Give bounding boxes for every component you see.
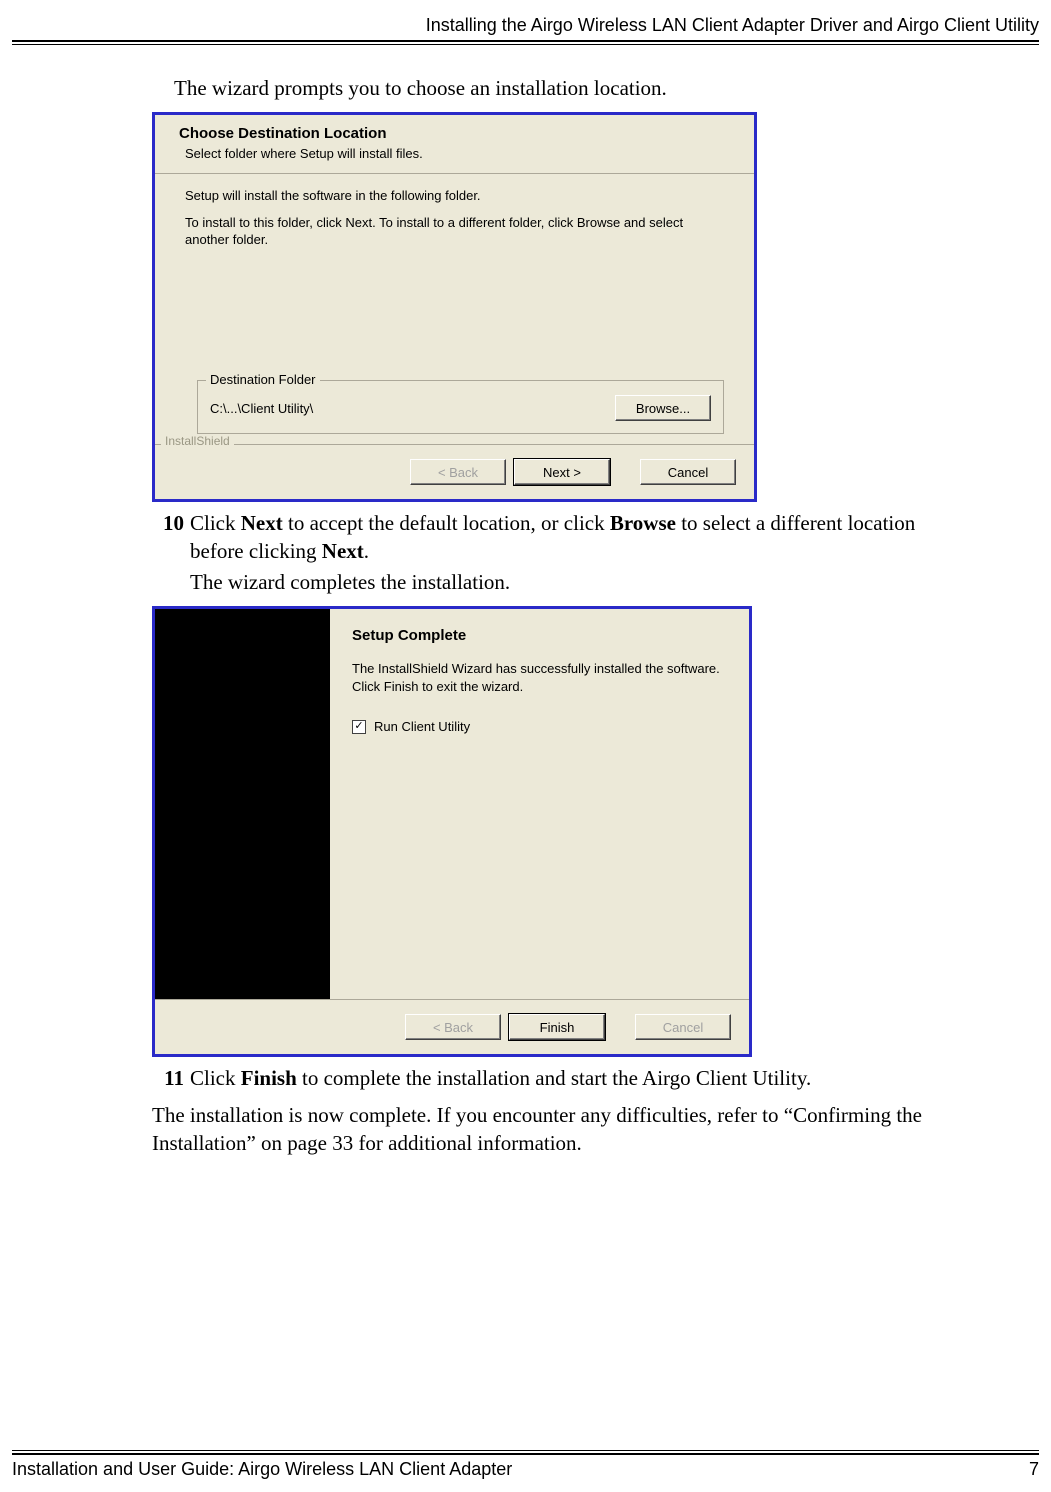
finish-button[interactable]: Finish [509, 1014, 605, 1040]
destination-folder-label: Destination Folder [206, 372, 320, 387]
destination-folder-path: C:\...\Client Utility\ [210, 401, 313, 416]
dialog-subtitle: Select folder where Setup will install f… [185, 146, 738, 161]
step-11-text: Click Finish to complete the installatio… [190, 1065, 952, 1092]
screenshot-setup-complete: Setup Complete The InstallShield Wizard … [152, 606, 752, 1057]
closing-paragraph: The installation is now complete. If you… [152, 1102, 952, 1157]
cancel-button-2[interactable]: Cancel [635, 1014, 731, 1040]
cancel-button[interactable]: Cancel [640, 459, 736, 485]
step-11: 11 Click Finish to complete the installa… [152, 1065, 952, 1092]
run-client-utility-checkbox[interactable] [352, 720, 366, 734]
wizard-button-row: < Back Next > Cancel [155, 444, 754, 499]
footer-rule-thick [12, 1453, 1039, 1455]
run-client-utility-label: Run Client Utility [374, 719, 470, 734]
footer-page-number: 7 [1029, 1459, 1039, 1480]
wizard-side-graphic [155, 609, 330, 999]
running-header: Installing the Airgo Wireless LAN Client… [12, 15, 1039, 36]
footer-doc-title: Installation and User Guide: Airgo Wirel… [12, 1459, 512, 1480]
next-button[interactable]: Next > [514, 459, 610, 485]
destination-folder-group: Destination Folder C:\...\Client Utility… [197, 380, 724, 434]
back-button[interactable]: < Back [410, 459, 506, 485]
wizard-button-row-2: < Back Finish Cancel [155, 999, 749, 1054]
screenshot-choose-destination: Choose Destination Location Select folde… [152, 112, 757, 502]
lead-paragraph-1: The wizard prompts you to choose an inst… [174, 75, 952, 102]
step-10-followup: The wizard completes the installation. [190, 569, 952, 596]
step-number: 11 [152, 1065, 184, 1092]
dialog-text-line-1: Setup will install the software in the f… [185, 188, 724, 205]
step-number: 10 [152, 510, 184, 565]
back-button-2[interactable]: < Back [405, 1014, 501, 1040]
step-10-text: Click Next to accept the default locatio… [190, 510, 952, 565]
browse-button[interactable]: Browse... [615, 395, 711, 421]
dialog-title: Choose Destination Location [179, 125, 738, 142]
setup-complete-body: The InstallShield Wizard has successfull… [352, 660, 731, 695]
dialog-text-line-2: To install to this folder, click Next. T… [185, 215, 724, 249]
installshield-brand: InstallShield [161, 434, 234, 448]
setup-complete-title: Setup Complete [352, 627, 731, 644]
step-10: 10 Click Next to accept the default loca… [152, 510, 952, 565]
